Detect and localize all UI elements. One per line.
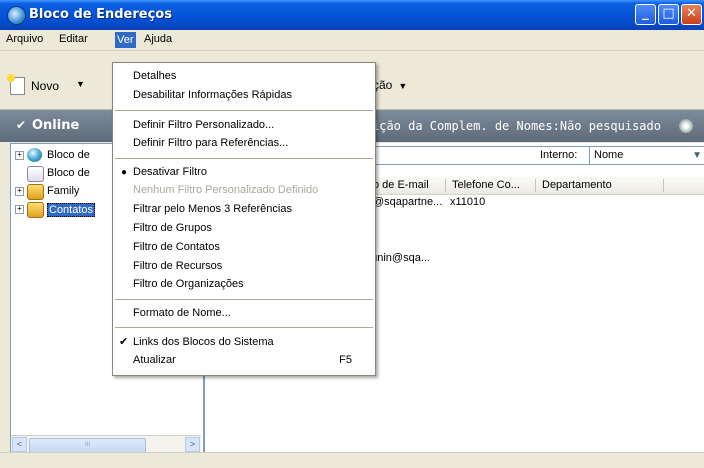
menu-item-desativar-filtro[interactable]: Desativar Filtro: [133, 166, 207, 178]
menu-item-links-blocos-sistema[interactable]: Links dos Blocos do Sistema: [133, 336, 274, 348]
tree-item-label: Family: [47, 185, 80, 197]
online-status[interactable]: ✔ Online: [16, 118, 79, 133]
table-row[interactable]: @sqapartne...: [373, 196, 442, 208]
interno-label: Interno:: [540, 149, 578, 161]
chevron-down-icon[interactable]: ▼: [692, 150, 702, 161]
address-book-app-icon[interactable]: [7, 6, 26, 25]
chevron-down-icon[interactable]: ▼: [398, 81, 407, 91]
interno-value: Nome: [594, 149, 624, 161]
menu-bar: Arquivo Editar Ver Ajuda: [0, 30, 704, 51]
menu-item-filtro-grupos[interactable]: Filtro de Grupos: [133, 222, 212, 234]
window-title: Bloco de Endereços: [29, 7, 172, 22]
menu-item-atualizar[interactable]: Atualizar: [133, 354, 176, 366]
name-completion-status: ição da Complem. de Nomes:Não pesquisado: [372, 119, 661, 133]
maximize-button[interactable]: □: [658, 4, 679, 25]
address-book-icon: [27, 202, 44, 218]
interno-select[interactable]: Nome ▼: [589, 146, 704, 165]
scroll-right-icon[interactable]: >: [185, 437, 200, 452]
sync-arrow-icon: [27, 166, 44, 182]
status-bar: [0, 452, 704, 468]
title-bar[interactable]: Bloco de Endereços _ □ ✕: [0, 0, 704, 30]
novo-button[interactable]: Novo ▼: [6, 74, 96, 97]
menu-item-filtrar-3-referencias[interactable]: Filtrar pelo Menos 3 Referências: [133, 203, 292, 215]
menu-ver[interactable]: Ver: [115, 32, 136, 48]
scroll-thumb[interactable]: III: [29, 438, 146, 453]
column-divider[interactable]: [663, 179, 664, 192]
scroll-left-icon[interactable]: <: [12, 437, 27, 452]
menu-item-definir-filtro-personalizado[interactable]: Definir Filtro Personalizado...: [133, 119, 274, 131]
menu-item-filtro-contatos[interactable]: Filtro de Contatos: [133, 241, 220, 253]
menu-ajuda[interactable]: Ajuda: [144, 33, 172, 45]
column-divider[interactable]: [535, 179, 536, 192]
expand-icon[interactable]: +: [15, 151, 24, 160]
table-cell[interactable]: x11010: [450, 196, 485, 208]
tree-item-label: Bloco de: [47, 149, 90, 161]
shortcut-f5: F5: [339, 354, 352, 366]
radio-bullet-icon: ●: [121, 167, 128, 178]
menu-arquivo[interactable]: Arquivo: [6, 33, 43, 45]
menu-editar[interactable]: Editar: [59, 33, 88, 45]
menu-item-filtro-recursos[interactable]: Filtro de Recursos: [133, 260, 222, 272]
ver-dropdown-menu: Detalhes Desabilitar Informações Rápidas…: [112, 62, 376, 376]
expand-icon[interactable]: +: [15, 205, 24, 214]
acao-button[interactable]: ção ▼: [373, 78, 407, 92]
column-department[interactable]: Departamento: [542, 179, 612, 191]
menu-item-filtro-organizacoes[interactable]: Filtro de Organizações: [133, 278, 244, 290]
checkmark-icon: ✔: [119, 336, 129, 348]
search-status-icon: [679, 119, 693, 133]
expand-icon[interactable]: +: [15, 187, 24, 196]
close-button[interactable]: ✕: [681, 4, 702, 25]
menu-item-desabilitar-informacoes[interactable]: Desabilitar Informações Rápidas: [133, 89, 292, 101]
menu-separator: [115, 327, 373, 328]
tree-item-label: Contatos: [47, 203, 96, 217]
menu-separator: [115, 158, 373, 159]
chevron-down-icon[interactable]: ▼: [76, 79, 85, 89]
menu-item-definir-filtro-referencias[interactable]: Definir Filtro para Referências...: [133, 137, 288, 149]
column-divider[interactable]: [445, 179, 446, 192]
address-book-icon: [27, 184, 44, 200]
globe-icon: [27, 148, 42, 162]
minimize-button[interactable]: _: [635, 4, 656, 25]
column-email[interactable]: o de E-mail: [373, 179, 429, 191]
menu-separator: [115, 110, 373, 111]
menu-item-formato-nome[interactable]: Formato de Nome...: [133, 307, 231, 319]
online-label: Online: [32, 118, 80, 133]
online-check-icon: ✔: [16, 118, 27, 132]
menu-item-detalhes[interactable]: Detalhes: [133, 70, 176, 82]
horizontal-scrollbar[interactable]: < III >: [11, 435, 201, 453]
novo-label: Novo: [31, 79, 60, 93]
menu-separator: [115, 299, 373, 300]
tree-item-label: Bloco de: [47, 167, 90, 179]
menu-item-nenhum-filtro: Nenhum Filtro Personalizado Definido: [133, 184, 319, 196]
new-document-icon: [7, 74, 25, 95]
column-phone[interactable]: Telefone Co...: [452, 179, 520, 191]
